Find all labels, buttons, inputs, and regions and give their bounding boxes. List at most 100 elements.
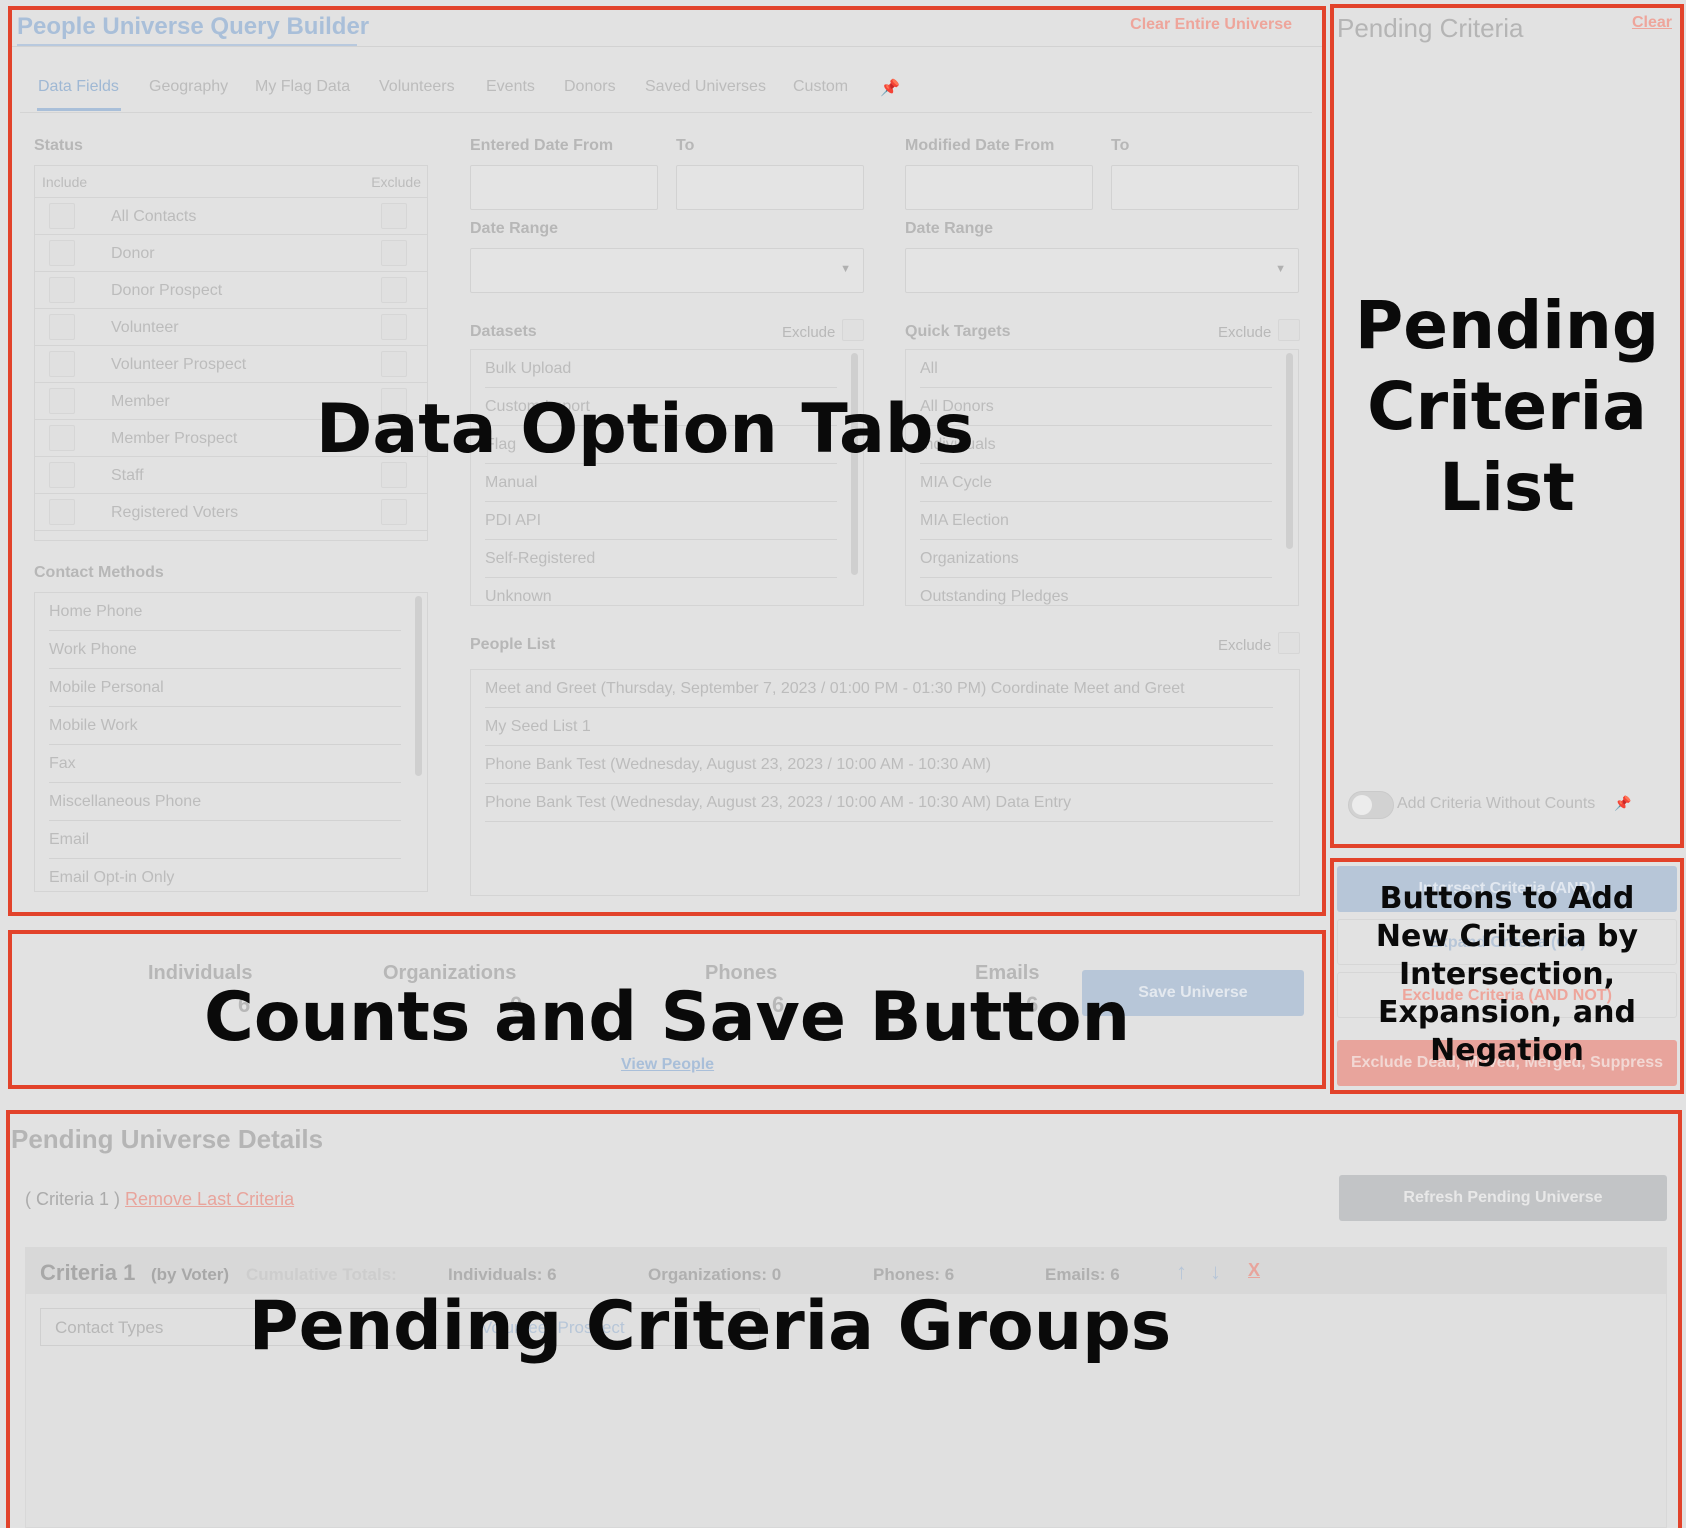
tab-custom[interactable]: Custom xyxy=(793,78,848,96)
quick-target-option[interactable]: MIA Cycle xyxy=(920,464,1272,502)
dataset-option[interactable]: Unknown xyxy=(485,578,837,605)
criteria-by: (by Voter) xyxy=(151,1265,230,1284)
modified-date-to-input[interactable] xyxy=(1111,165,1299,210)
tab-data-fields[interactable]: Data Fields xyxy=(38,78,119,96)
datasets-exclude-label: Exclude xyxy=(782,324,836,341)
add-without-counts-toggle[interactable] xyxy=(1348,791,1394,819)
include-checkbox[interactable] xyxy=(49,388,75,414)
tab-saved-universes[interactable]: Saved Universes xyxy=(645,78,766,96)
people-list-option[interactable]: My Seed List 1 xyxy=(485,708,1273,746)
people-list-option[interactable]: Meet and Greet (Thursday, September 7, 2… xyxy=(485,670,1273,708)
exclude-checkbox[interactable] xyxy=(381,277,407,303)
criteria-phones: Phones: 6 xyxy=(873,1265,955,1284)
criteria-prefix: ( Criteria 1 ) xyxy=(25,1189,121,1209)
annotation-label-tabs: Data Option Tabs xyxy=(315,390,975,469)
dataset-option[interactable]: PDI API xyxy=(485,502,837,540)
people-list-exclude-label: Exclude xyxy=(1218,637,1272,654)
status-row: Donor xyxy=(35,235,427,272)
chevron-down-icon: ▼ xyxy=(1275,263,1286,275)
annotation-label-buttons: Buttons to Add New Criteria by Intersect… xyxy=(1375,881,1639,1068)
modified-date-range-select[interactable]: ▼ xyxy=(905,248,1299,293)
exclude-checkbox[interactable] xyxy=(381,499,407,525)
people-list-option[interactable]: Phone Bank Test (Wednesday, August 23, 2… xyxy=(485,746,1273,784)
include-checkbox[interactable] xyxy=(49,462,75,488)
criteria-organizations: Organizations: 0 xyxy=(648,1265,782,1284)
quick-target-option[interactable]: MIA Election xyxy=(920,502,1272,540)
pin-icon[interactable]: 📌 xyxy=(880,78,900,98)
status-table: Include Exclude All Contacts Donor Donor P… xyxy=(34,165,428,541)
include-checkbox[interactable] xyxy=(49,351,75,377)
exclude-checkbox[interactable] xyxy=(381,203,407,229)
status-option: Staff xyxy=(111,467,144,484)
clear-universe-link[interactable]: Clear Entire Universe xyxy=(1130,16,1292,34)
contact-method-option[interactable]: Mobile Personal xyxy=(49,669,401,707)
modified-date-range-label: Date Range xyxy=(905,220,994,237)
modified-date-from-input[interactable] xyxy=(905,165,1093,210)
contact-method-option[interactable]: Miscellaneous Phone xyxy=(49,783,401,821)
exclude-checkbox[interactable] xyxy=(381,240,407,266)
tab-donors[interactable]: Donors xyxy=(564,78,616,96)
refresh-pending-universe-button[interactable]: Refresh Pending Universe xyxy=(1339,1175,1667,1221)
remove-criteria-x[interactable]: X xyxy=(1248,1260,1260,1281)
dataset-option[interactable]: Self-Registered xyxy=(485,540,837,578)
date-range-select[interactable]: ▼ xyxy=(470,248,864,293)
contact-method-option[interactable]: Home Phone xyxy=(49,593,401,631)
include-checkbox[interactable] xyxy=(49,425,75,451)
header-divider xyxy=(10,46,1322,47)
status-option: Registered Voters xyxy=(111,504,239,521)
entered-to-label: To xyxy=(676,137,695,154)
status-row: Registered Voters xyxy=(35,494,427,531)
contact-method-option[interactable]: Fax xyxy=(49,745,401,783)
contact-method-option[interactable]: Mobile Work xyxy=(49,707,401,745)
quick-target-option[interactable]: All xyxy=(920,350,1272,388)
pin-icon[interactable]: 📌 xyxy=(1614,795,1631,812)
dataset-option[interactable]: Manual xyxy=(485,464,837,502)
tab-volunteers[interactable]: Volunteers xyxy=(379,78,455,96)
tab-my-flag-data[interactable]: My Flag Data xyxy=(255,78,350,96)
cumulative-totals-label: Cumulative Totals: xyxy=(246,1265,397,1284)
include-checkbox[interactable] xyxy=(49,314,75,340)
status-option: Volunteer xyxy=(111,319,179,336)
remove-last-criteria-link[interactable]: Remove Last Criteria xyxy=(125,1189,294,1209)
contact-methods-scrollbar[interactable] xyxy=(415,596,422,776)
entered-date-to-input[interactable] xyxy=(676,165,864,210)
criteria-name: Criteria 1 xyxy=(40,1260,136,1285)
quick-target-option[interactable]: Outstanding Pledges xyxy=(920,578,1272,605)
pending-clear-link[interactable]: Clear xyxy=(1632,14,1672,32)
include-checkbox[interactable] xyxy=(49,277,75,303)
contact-method-option[interactable]: Email Opt-in Only xyxy=(49,859,401,891)
quick-targets-exclude-checkbox[interactable] xyxy=(1278,319,1300,341)
date-range-label: Date Range xyxy=(470,220,559,237)
dataset-option[interactable]: Bulk Upload xyxy=(485,350,837,388)
include-checkbox[interactable] xyxy=(49,203,75,229)
modified-to-label: To xyxy=(1111,137,1130,154)
quick-targets-scrollbar[interactable] xyxy=(1286,353,1293,549)
status-label: Status xyxy=(34,137,83,154)
entered-date-from-label: Entered Date From xyxy=(470,137,614,154)
contact-method-option[interactable]: Email xyxy=(49,821,401,859)
tab-geography[interactable]: Geography xyxy=(149,78,228,96)
arrow-up-icon[interactable]: ↑ xyxy=(1176,1259,1187,1285)
tab-events[interactable]: Events xyxy=(486,78,535,96)
criteria-field: Contact Types xyxy=(55,1318,164,1337)
status-option: All Contacts xyxy=(111,208,197,225)
entered-date-from-input[interactable] xyxy=(470,165,658,210)
include-checkbox[interactable] xyxy=(49,240,75,266)
quick-target-option[interactable]: Organizations xyxy=(920,540,1272,578)
annotation-label-pending-list: Pending Criteria List xyxy=(1354,287,1660,526)
people-list-exclude-checkbox[interactable] xyxy=(1278,632,1300,654)
exclude-checkbox[interactable] xyxy=(381,351,407,377)
datasets-label: Datasets xyxy=(470,323,537,340)
toggle-knob xyxy=(1352,795,1372,815)
contact-method-option[interactable]: Work Phone xyxy=(49,631,401,669)
view-people-link[interactable]: View People xyxy=(621,1056,714,1074)
status-option: Member xyxy=(111,393,170,410)
arrow-down-icon[interactable]: ↓ xyxy=(1210,1259,1221,1285)
exclude-checkbox[interactable] xyxy=(381,314,407,340)
people-list-option[interactable]: Phone Bank Test (Wednesday, August 23, 2… xyxy=(485,784,1273,822)
tabs-divider xyxy=(20,112,1312,113)
page-title: People Universe Query Builder xyxy=(17,13,370,40)
include-checkbox[interactable] xyxy=(49,499,75,525)
people-list-label: People List xyxy=(470,636,556,653)
datasets-exclude-checkbox[interactable] xyxy=(842,319,864,341)
